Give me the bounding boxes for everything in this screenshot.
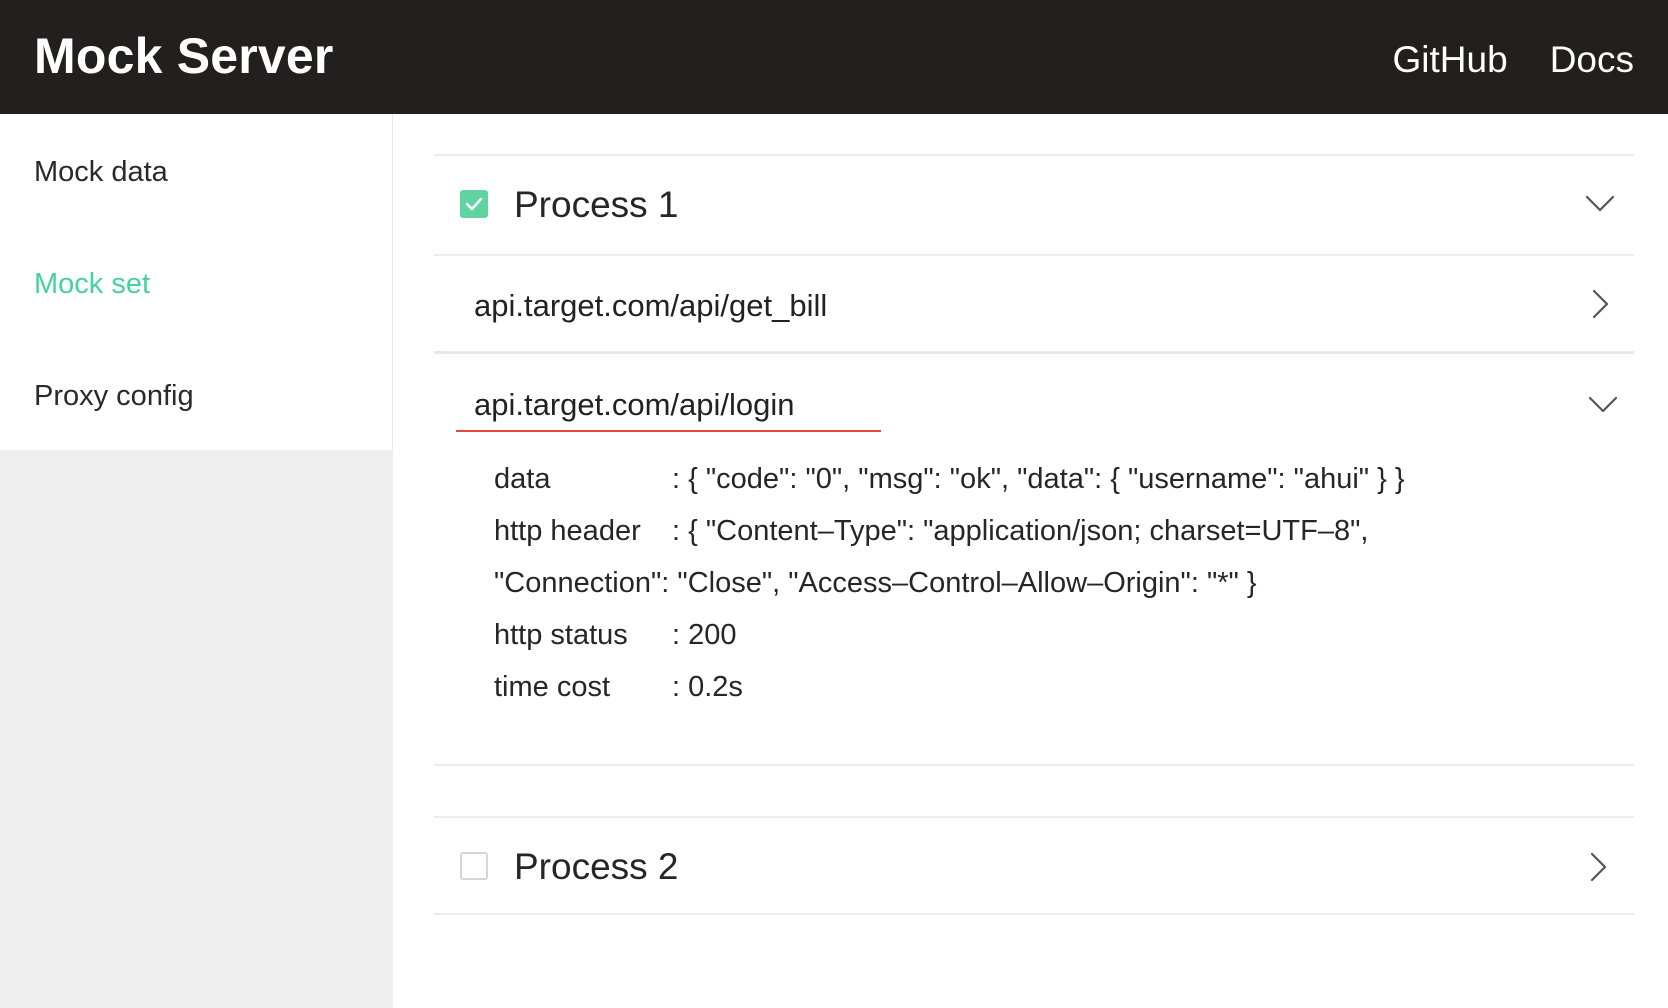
check-icon xyxy=(465,197,483,211)
chevron-right-icon[interactable] xyxy=(1590,852,1608,882)
process-2-title[interactable]: Process 2 xyxy=(514,845,679,889)
detail-value: "Connection": "Close", "Access–Control–A… xyxy=(494,567,1257,599)
sidebar-item-mock-set[interactable]: Mock set xyxy=(34,266,150,302)
github-link[interactable]: GitHub xyxy=(1393,36,1508,84)
api-item-login[interactable]: api.target.com/api/login xyxy=(474,385,795,425)
sidebar-empty-area xyxy=(0,450,393,1008)
divider xyxy=(434,764,1634,766)
api-item-get-bill[interactable]: api.target.com/api/get_bill xyxy=(474,286,827,326)
app-title: Mock Server xyxy=(34,28,334,84)
divider xyxy=(434,816,1634,818)
process-2-checkbox[interactable] xyxy=(460,852,488,880)
detail-label: time cost xyxy=(494,671,611,703)
top-nav: GitHub Docs xyxy=(1393,36,1634,84)
detail-value: : 0.2s xyxy=(672,671,743,703)
detail-value: : { "code": "0", "msg": "ok", "data": { … xyxy=(672,463,1405,495)
detail-header-continuation: "Connection": "Close", "Access–Control–A… xyxy=(494,565,1257,601)
detail-label: http header xyxy=(494,515,641,547)
detail-time-row: time cost : 0.2s xyxy=(494,669,743,705)
divider xyxy=(434,154,1634,156)
sidebar-item-mock-data[interactable]: Mock data xyxy=(34,154,168,190)
docs-link[interactable]: Docs xyxy=(1550,36,1634,84)
chevron-down-icon[interactable] xyxy=(1588,396,1618,414)
chevron-right-icon[interactable] xyxy=(1592,289,1610,319)
detail-value: : 200 xyxy=(672,619,737,651)
divider xyxy=(434,913,1634,915)
top-bar: Mock Server GitHub Docs xyxy=(0,0,1668,114)
divider xyxy=(434,254,1634,256)
process-1-title[interactable]: Process 1 xyxy=(514,183,679,227)
process-1-checkbox[interactable] xyxy=(460,190,488,218)
chevron-down-icon[interactable] xyxy=(1585,195,1615,213)
divider xyxy=(434,351,1634,354)
detail-status-row: http status : 200 xyxy=(494,617,737,653)
detail-data-row: data : { "code": "0", "msg": "ok", "data"… xyxy=(494,461,1405,497)
sidebar-item-proxy-config[interactable]: Proxy config xyxy=(34,378,194,414)
detail-value: : { "Content–Type": "application/json; c… xyxy=(672,515,1369,547)
active-underline xyxy=(456,430,881,432)
detail-header-row: http header : { "Content–Type": "applicat… xyxy=(494,513,1368,549)
detail-label: data xyxy=(494,463,551,495)
detail-label: http status xyxy=(494,619,628,651)
